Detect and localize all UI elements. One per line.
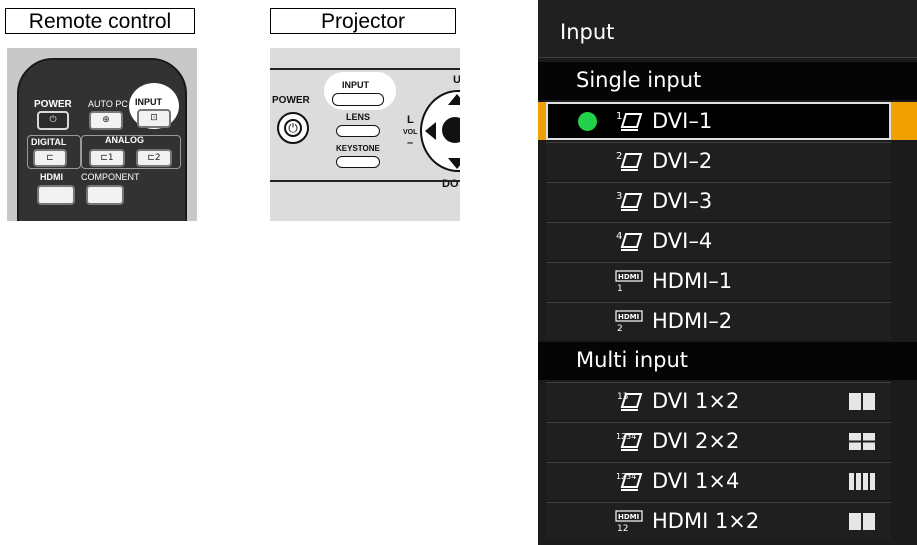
dvi-2-icon: 2 [616, 151, 643, 171]
svg-text:HDMI: HDMI [618, 313, 639, 321]
dvi-4-icon: 4 [616, 231, 643, 251]
projector-up-label: U [453, 74, 460, 86]
section-header-single: Single input [538, 62, 917, 100]
projector-lens-button[interactable] [336, 125, 380, 137]
input-label: HDMI 1×2 [652, 509, 760, 533]
two-column-layout-icon [849, 513, 875, 530]
row-bar [546, 142, 891, 180]
remote-auto-pc-button[interactable]: ⊕ [89, 111, 123, 130]
input-item-hdmi-1[interactable]: HDMI 1 HDMI–1 [538, 262, 917, 300]
power-icon: ⏻ [284, 119, 302, 137]
menu-title: Input [560, 20, 615, 44]
input-menu: Input Single input 1 DVI–1 2 DVI–2 3 DVI… [538, 0, 917, 545]
remote-component-label: COMPONENT [81, 172, 140, 182]
analog-2-label: 2 [154, 153, 161, 163]
input-label: HDMI–2 [652, 309, 733, 333]
remote-digital-button[interactable]: ⊏ [33, 149, 67, 167]
input-item-dvi-1x2[interactable]: 13 DVI 1×2 [538, 382, 917, 420]
svg-text:12: 12 [617, 524, 628, 533]
input-label: DVI–3 [652, 189, 713, 213]
remote-control-photo: POWER AUTO PC INPUT ⏻ ⊕ ⊡ DIGITAL ANALOG… [7, 48, 197, 221]
arrow-down-icon [448, 158, 460, 169]
input-item-dvi-4[interactable]: 4 DVI–4 [538, 222, 917, 260]
projector-top-line [270, 68, 460, 70]
svg-text:1: 1 [616, 111, 622, 122]
input-label: HDMI–1 [652, 269, 733, 293]
section-title: Multi input [576, 348, 689, 372]
section-title: Single input [576, 68, 702, 92]
input-item-dvi-1x4[interactable]: 1234 DVI 1×4 [538, 462, 917, 500]
input-label: DVI 1×4 [652, 469, 740, 493]
svg-text:4: 4 [616, 231, 622, 242]
remote-input-label: INPUT [135, 97, 162, 107]
selection-accent-left [538, 102, 546, 140]
svg-text:1: 1 [617, 284, 623, 293]
projector-input-label: INPUT [342, 80, 369, 90]
dvi-1234-icon: 1234 [616, 432, 643, 451]
arrow-left-icon [425, 122, 436, 140]
remote-power-button[interactable]: ⏻ [37, 111, 69, 130]
svg-text:HDMI: HDMI [618, 513, 639, 521]
grid-2x2-layout-icon [849, 433, 875, 450]
input-label: DVI 2×2 [652, 429, 740, 453]
remote-auto-pc-label: AUTO PC [88, 99, 128, 109]
four-column-layout-icon [849, 473, 875, 490]
input-item-hdmi-2[interactable]: HDMI 2 HDMI–2 [538, 302, 917, 340]
remote-analog-label: ANALOG [105, 135, 144, 145]
remote-component-button[interactable] [86, 185, 124, 205]
input-label: DVI–1 [652, 109, 713, 133]
svg-text:3: 3 [616, 191, 622, 202]
input-label: DVI–4 [652, 229, 713, 253]
menu-title-bar: Input [538, 0, 917, 58]
remote-input-button[interactable]: ⊡ [137, 109, 171, 128]
remote-control-label: Remote control [5, 8, 195, 34]
remote-analog-2-button[interactable]: ⊏2 [136, 149, 172, 167]
input-item-dvi-2[interactable]: 2 DVI–2 [538, 142, 917, 180]
remote-hdmi-button[interactable] [37, 185, 75, 205]
row-bar [546, 222, 891, 260]
dvi-13-icon: 13 [617, 392, 643, 411]
projector-input-button[interactable] [332, 93, 384, 106]
dvi-1234-icon: 1234 [616, 472, 643, 491]
dvi-1-icon: 1 [616, 111, 643, 131]
row-bar [546, 102, 891, 140]
projector-keystone-label: KEYSTONE [336, 144, 380, 153]
projector-lens-label: LENS [346, 112, 371, 122]
svg-text:2: 2 [617, 324, 623, 333]
projector-power-button[interactable]: ⏻ [277, 112, 309, 144]
remote-hdmi-label: HDMI [40, 172, 63, 182]
projector-bottom-line [270, 180, 460, 182]
hdmi-12-icon: HDMI 12 [615, 510, 643, 533]
remote-analog-1-button[interactable]: ⊏1 [89, 149, 125, 167]
dvi-3-icon: 3 [616, 191, 643, 211]
input-item-dvi-1[interactable]: 1 DVI–1 [538, 102, 917, 140]
input-item-hdmi-1x2[interactable]: HDMI 12 HDMI 1×2 [538, 502, 917, 540]
two-column-layout-icon [849, 393, 875, 410]
svg-text:HDMI: HDMI [618, 273, 639, 281]
svg-text:2: 2 [616, 151, 622, 162]
projector-photo: POWER ⏻ INPUT LENS KEYSTONE L VOL – U DO [270, 48, 460, 221]
row-bar [546, 182, 891, 220]
arrow-up-icon [448, 94, 460, 105]
projector-minus-label: – [407, 137, 414, 149]
hdmi-1-icon: HDMI 1 [615, 270, 643, 293]
hdmi-2-icon: HDMI 2 [615, 310, 643, 333]
input-item-dvi-2x2[interactable]: 1234 DVI 2×2 [538, 422, 917, 460]
input-label: DVI–2 [652, 149, 713, 173]
projector-vol-label: VOL [403, 129, 418, 136]
section-header-multi: Multi input [538, 342, 917, 380]
projector-power-label: POWER [272, 95, 310, 106]
projector-keystone-button[interactable] [336, 156, 380, 168]
input-item-dvi-3[interactable]: 3 DVI–3 [538, 182, 917, 220]
projector-label: Projector [270, 8, 456, 34]
projector-l-label: L [407, 114, 414, 126]
analog-1-label: 1 [107, 153, 114, 163]
active-indicator-icon [578, 112, 597, 131]
input-label: DVI 1×2 [652, 389, 740, 413]
remote-power-label: POWER [34, 99, 72, 110]
selection-accent-right [891, 102, 917, 140]
remote-digital-label: DIGITAL [31, 137, 67, 147]
